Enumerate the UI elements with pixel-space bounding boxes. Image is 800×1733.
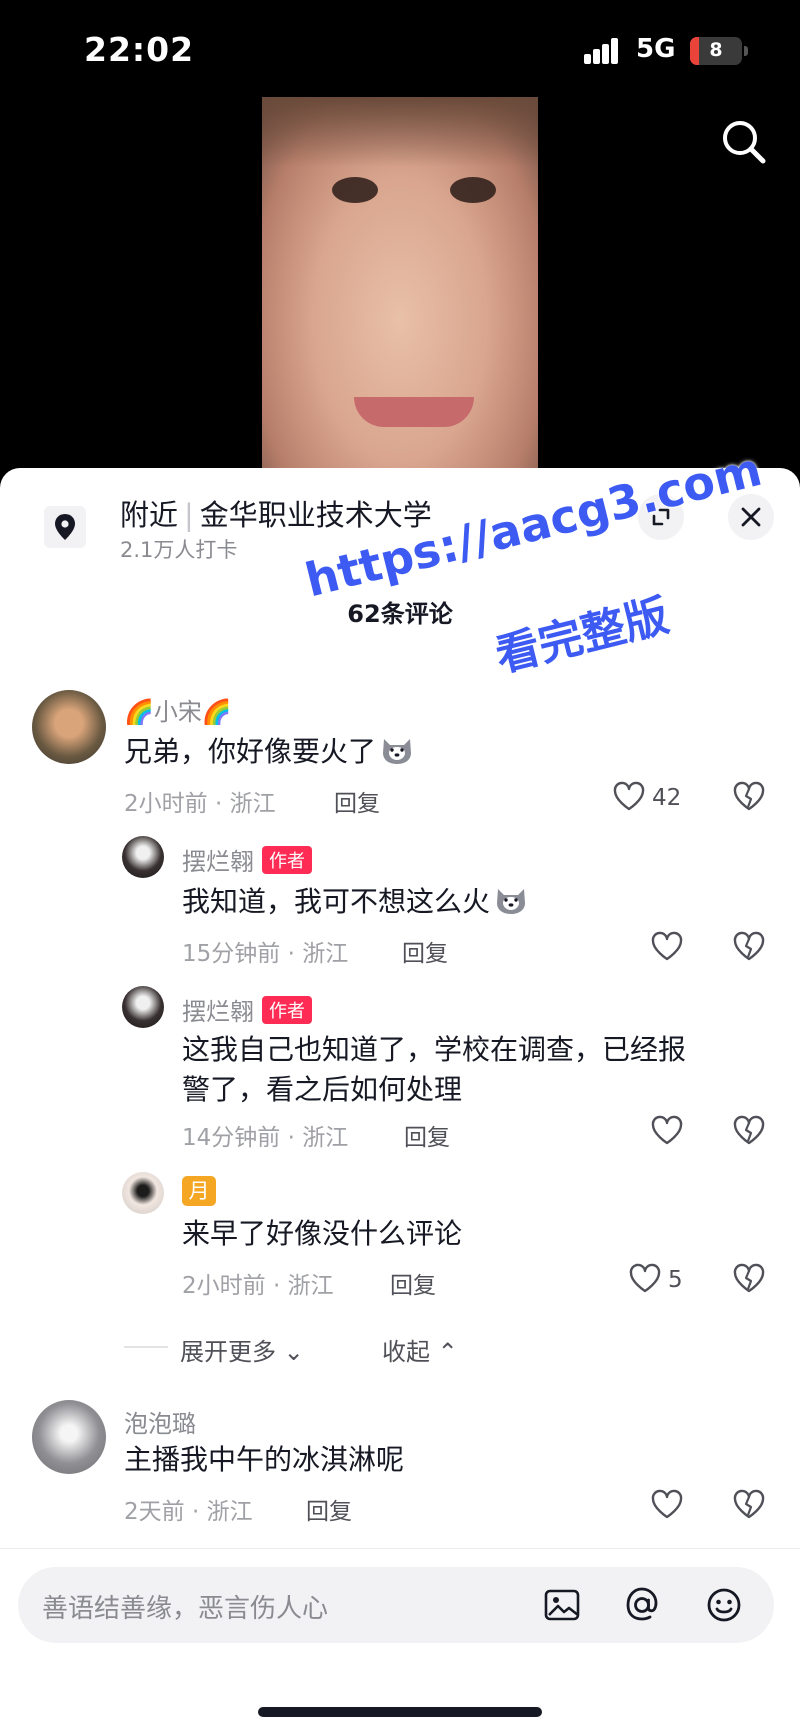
broken-heart-icon[interactable] <box>732 1488 766 1520</box>
battery-tip <box>744 46 748 56</box>
comment-input[interactable]: 善语结善缘，恶言伤人心 <box>18 1567 774 1643</box>
avatar[interactable] <box>122 836 164 878</box>
broken-heart-icon[interactable] <box>732 780 766 812</box>
level-badge: 月 <box>182 1176 216 1206</box>
battery-icon: 8 <box>690 37 742 65</box>
comment-text: 我知道，我可不想这么火 <box>182 882 528 922</box>
close-icon[interactable] <box>728 494 774 540</box>
video-player[interactable] <box>262 97 538 469</box>
comment-input-bar: 善语结善缘，恶言伤人心 <box>0 1548 800 1733</box>
broken-heart-icon[interactable] <box>732 930 766 962</box>
reply-button[interactable]: 回复 <box>404 1118 450 1152</box>
location-pin-icon <box>44 506 86 548</box>
at-icon[interactable] <box>622 1585 662 1625</box>
reply-button[interactable]: 回复 <box>402 934 448 968</box>
comment-input-placeholder: 善语结善缘，恶言伤人心 <box>42 1594 329 1624</box>
comment-meta: 2天前 · 浙江 <box>124 1499 253 1525</box>
comment-text: 这我自己也知道了，学校在调查，已经报 警了，看之后如何处理 <box>182 1033 687 1106</box>
comment-text: 兄弟，你好像要火了 <box>124 732 414 772</box>
chevron-down-icon: ⌄ <box>283 1338 304 1366</box>
avatar[interactable] <box>32 690 106 764</box>
location-tag: 附近 <box>120 498 179 532</box>
reply-button[interactable]: 回复 <box>306 1492 352 1526</box>
author-badge: 作者 <box>262 846 312 874</box>
avatar[interactable] <box>122 1172 164 1214</box>
network-type: 5G <box>636 34 676 64</box>
heart-icon[interactable] <box>650 930 684 962</box>
comment-username[interactable]: 🌈小宋🌈 <box>124 692 232 727</box>
status-time: 22:02 <box>84 30 195 69</box>
husky-emoji-icon <box>494 883 528 917</box>
thread-divider <box>124 1346 168 1348</box>
expand-icon[interactable] <box>638 494 684 540</box>
avatar[interactable] <box>122 986 164 1028</box>
location-name: 金华职业技术大学 <box>199 498 432 532</box>
heart-icon[interactable] <box>650 1114 684 1146</box>
emoji-icon[interactable] <box>704 1585 744 1625</box>
battery-level: 8 <box>709 39 723 61</box>
comment-username[interactable]: 摆烂翱 作者 <box>182 842 312 877</box>
signal-icon <box>584 38 626 64</box>
home-indicator[interactable] <box>258 1707 542 1717</box>
comment-meta: 15分钟前 · 浙江 <box>182 941 349 967</box>
comment-meta: 2小时前 · 浙江 <box>124 791 276 817</box>
comment-username[interactable]: 摆烂翱 作者 <box>182 992 312 1027</box>
heart-icon[interactable] <box>612 780 646 812</box>
status-bar: 22:02 5G 8 <box>0 0 800 100</box>
broken-heart-icon[interactable] <box>732 1262 766 1294</box>
like-count: 5 <box>668 1267 683 1293</box>
husky-emoji-icon <box>380 733 414 767</box>
like-count: 42 <box>652 785 682 811</box>
avatar[interactable] <box>32 1400 106 1474</box>
comment-username[interactable]: 泡泡璐 <box>124 1404 196 1439</box>
expand-more-button[interactable]: 展开更多 ⌄ <box>180 1332 304 1367</box>
comment-text: 主播我中午的冰淇淋呢 <box>124 1443 405 1476</box>
comment-meta: 14分钟前 · 浙江 <box>182 1125 349 1151</box>
image-icon[interactable] <box>542 1585 582 1625</box>
author-badge: 作者 <box>262 996 312 1024</box>
heart-icon[interactable] <box>628 1262 662 1294</box>
search-icon[interactable] <box>716 114 772 170</box>
comment-meta: 2小时前 · 浙江 <box>182 1273 334 1299</box>
location-title[interactable]: 附近 | 金华职业技术大学 <box>120 492 432 534</box>
reply-button[interactable]: 回复 <box>390 1266 436 1300</box>
comment-count: 62条评论 <box>347 600 453 628</box>
checkin-count: 2.1万人打卡 <box>120 538 238 562</box>
comment-text: 来早了好像没什么评论 <box>182 1217 463 1250</box>
chevron-up-icon: ⌃ <box>437 1338 458 1366</box>
broken-heart-icon[interactable] <box>732 1114 766 1146</box>
heart-icon[interactable] <box>650 1488 684 1520</box>
reply-button[interactable]: 回复 <box>334 784 380 818</box>
collapse-button[interactable]: 收起 ⌃ <box>382 1332 458 1367</box>
